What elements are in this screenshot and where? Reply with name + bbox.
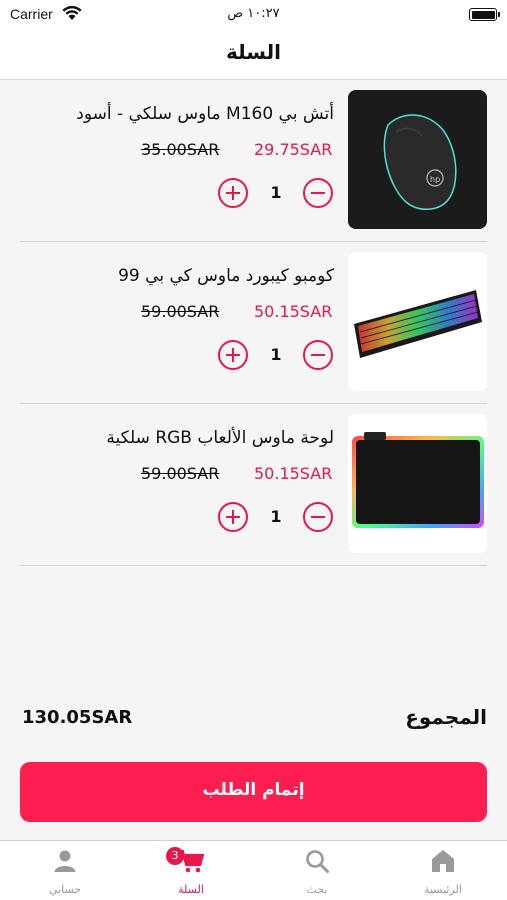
decrease-quantity-button[interactable] bbox=[303, 340, 333, 370]
tab-search[interactable]: بحث bbox=[254, 841, 380, 900]
product-price: 29.75SAR bbox=[254, 140, 333, 159]
clock: ١٠:٢٧ ص bbox=[227, 6, 280, 21]
tab-home[interactable]: الرئيسية bbox=[380, 841, 506, 900]
tab-label: السلة bbox=[178, 883, 204, 896]
product-old-price: 35.00SAR bbox=[141, 140, 220, 159]
user-icon bbox=[54, 850, 76, 872]
increase-quantity-button[interactable] bbox=[218, 340, 248, 370]
tab-account[interactable]: حسابي bbox=[2, 841, 128, 900]
hp-mouse-image: hp bbox=[348, 90, 487, 229]
svg-text:hp: hp bbox=[430, 175, 440, 184]
page-title: السلة bbox=[225, 40, 281, 64]
nav-header: السلة bbox=[0, 30, 507, 80]
product-name[interactable]: لوحة ماوس الألعاب RGB سلكية bbox=[34, 428, 334, 448]
tab-cart[interactable]: 3 السلة bbox=[128, 841, 254, 900]
quantity-value: 1 bbox=[270, 183, 282, 202]
quantity-value: 1 bbox=[270, 345, 282, 364]
quantity-value: 1 bbox=[270, 507, 282, 526]
product-name[interactable]: كومبو كيبورد ماوس كي بي 99 bbox=[34, 266, 334, 286]
cart-count-badge: 3 bbox=[166, 847, 184, 865]
product-old-price: 59.00SAR bbox=[141, 302, 220, 321]
search-icon bbox=[306, 850, 329, 873]
total-row: المجموع 130.05SAR bbox=[20, 705, 487, 735]
tab-label: حسابي bbox=[48, 883, 82, 896]
status-bar: Carrier ١٠:٢٧ ص bbox=[0, 0, 507, 30]
home-icon bbox=[432, 850, 454, 872]
total-label: المجموع bbox=[405, 705, 487, 729]
decrease-quantity-button[interactable] bbox=[303, 502, 333, 532]
product-old-price: 59.00SAR bbox=[141, 464, 220, 483]
cart-item: hp أتش بي M160 ماوس سلكي - أسود 29.75SAR… bbox=[20, 80, 487, 242]
checkout-label: إتمام الطلب bbox=[202, 780, 305, 800]
tab-label: الرئيسية bbox=[424, 883, 462, 896]
rgb-keyboard-image bbox=[348, 252, 487, 391]
checkout-button[interactable]: إتمام الطلب bbox=[20, 762, 487, 822]
product-name[interactable]: أتش بي M160 ماوس سلكي - أسود bbox=[34, 104, 334, 124]
total-value: 130.05SAR bbox=[22, 707, 133, 728]
battery-icon bbox=[469, 8, 500, 21]
cart-item: كومبو كيبورد ماوس كي بي 99 50.15SAR 59.0… bbox=[20, 242, 487, 404]
product-price: 50.15SAR bbox=[254, 464, 333, 483]
tab-label: بحث bbox=[306, 883, 328, 896]
increase-quantity-button[interactable] bbox=[218, 178, 248, 208]
rgb-mousepad-image bbox=[348, 414, 487, 553]
product-price: 50.15SAR bbox=[254, 302, 333, 321]
increase-quantity-button[interactable] bbox=[218, 502, 248, 532]
cart-item: لوحة ماوس الألعاب RGB سلكية 50.15SAR 59.… bbox=[20, 404, 487, 566]
tab-bar: حسابي 3 السلة بحث الرئيسية bbox=[0, 840, 507, 900]
decrease-quantity-button[interactable] bbox=[303, 178, 333, 208]
